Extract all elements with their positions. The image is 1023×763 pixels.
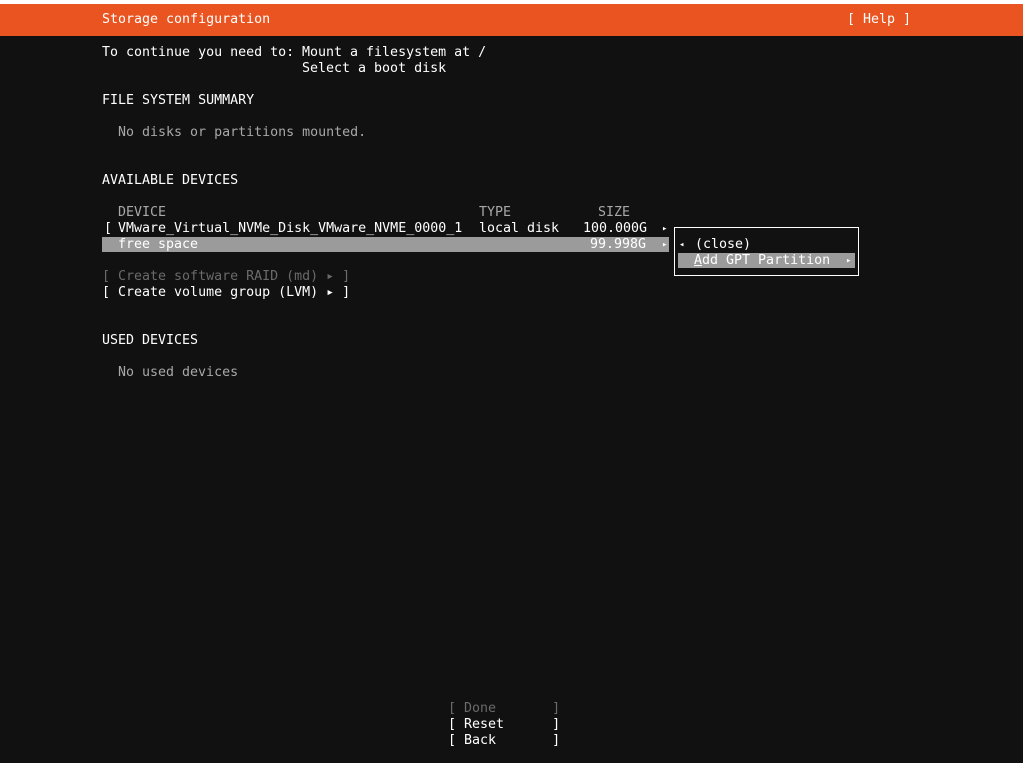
add-gpt-hotkey: A [694,253,703,268]
back-button[interactable]: [ Back ] [448,733,560,749]
intro-requirement-boot: Select a boot disk [302,61,447,76]
used-devices-heading: USED DEVICES [102,333,199,348]
disk-size: 100.000G [583,221,648,236]
disk-menu-arrow-icon[interactable]: ▸ [662,221,667,237]
column-device: DEVICE [118,205,167,220]
reset-button[interactable]: [ Reset ] [448,717,560,733]
help-button[interactable]: [ Help ] [847,12,911,27]
add-gpt-partition-label: Add GPT Partition [694,253,830,269]
header-bar: Storage configuration [ Help ] [0,4,1023,36]
free-space-menu-arrow-icon[interactable]: ▸ [662,237,667,253]
create-lvm-button[interactable]: [ Create volume group (LVM) ▸ ] [102,285,350,301]
page-title: Storage configuration [102,12,271,27]
add-gpt-arrow-icon: ▸ [846,256,852,266]
free-space-size: 99.998G [590,237,647,252]
column-type: TYPE [479,205,512,220]
disk-name: VMware_Virtual_NVMe_Disk_VMware_NVME_000… [118,221,463,236]
fs-summary-empty: No disks or partitions mounted. [118,125,367,140]
done-button[interactable]: [ Done ] [448,701,560,717]
fs-summary-heading: FILE SYSTEM SUMMARY [102,93,255,108]
column-size: SIZE [598,205,631,220]
add-gpt-label-rest: dd GPT Partition [702,253,831,268]
close-arrow-icon: ◂ [679,240,685,250]
intro-requirement-mount: Mount a filesystem at / [302,45,487,60]
disk-type: local disk [479,221,560,236]
used-devices-empty: No used devices [118,365,239,380]
intro-prefix: To continue you need to: [102,45,295,60]
free-space-label: free space [118,237,199,252]
disk-row-bracket: [ [104,221,113,236]
installer-screen: Storage configuration [ Help ] To contin… [0,0,1023,763]
create-raid-button[interactable]: [ Create software RAID (md) ▸ ] [102,269,350,285]
popup-close-item[interactable]: (close) [695,237,751,253]
available-devices-heading: AVAILABLE DEVICES [102,173,239,188]
